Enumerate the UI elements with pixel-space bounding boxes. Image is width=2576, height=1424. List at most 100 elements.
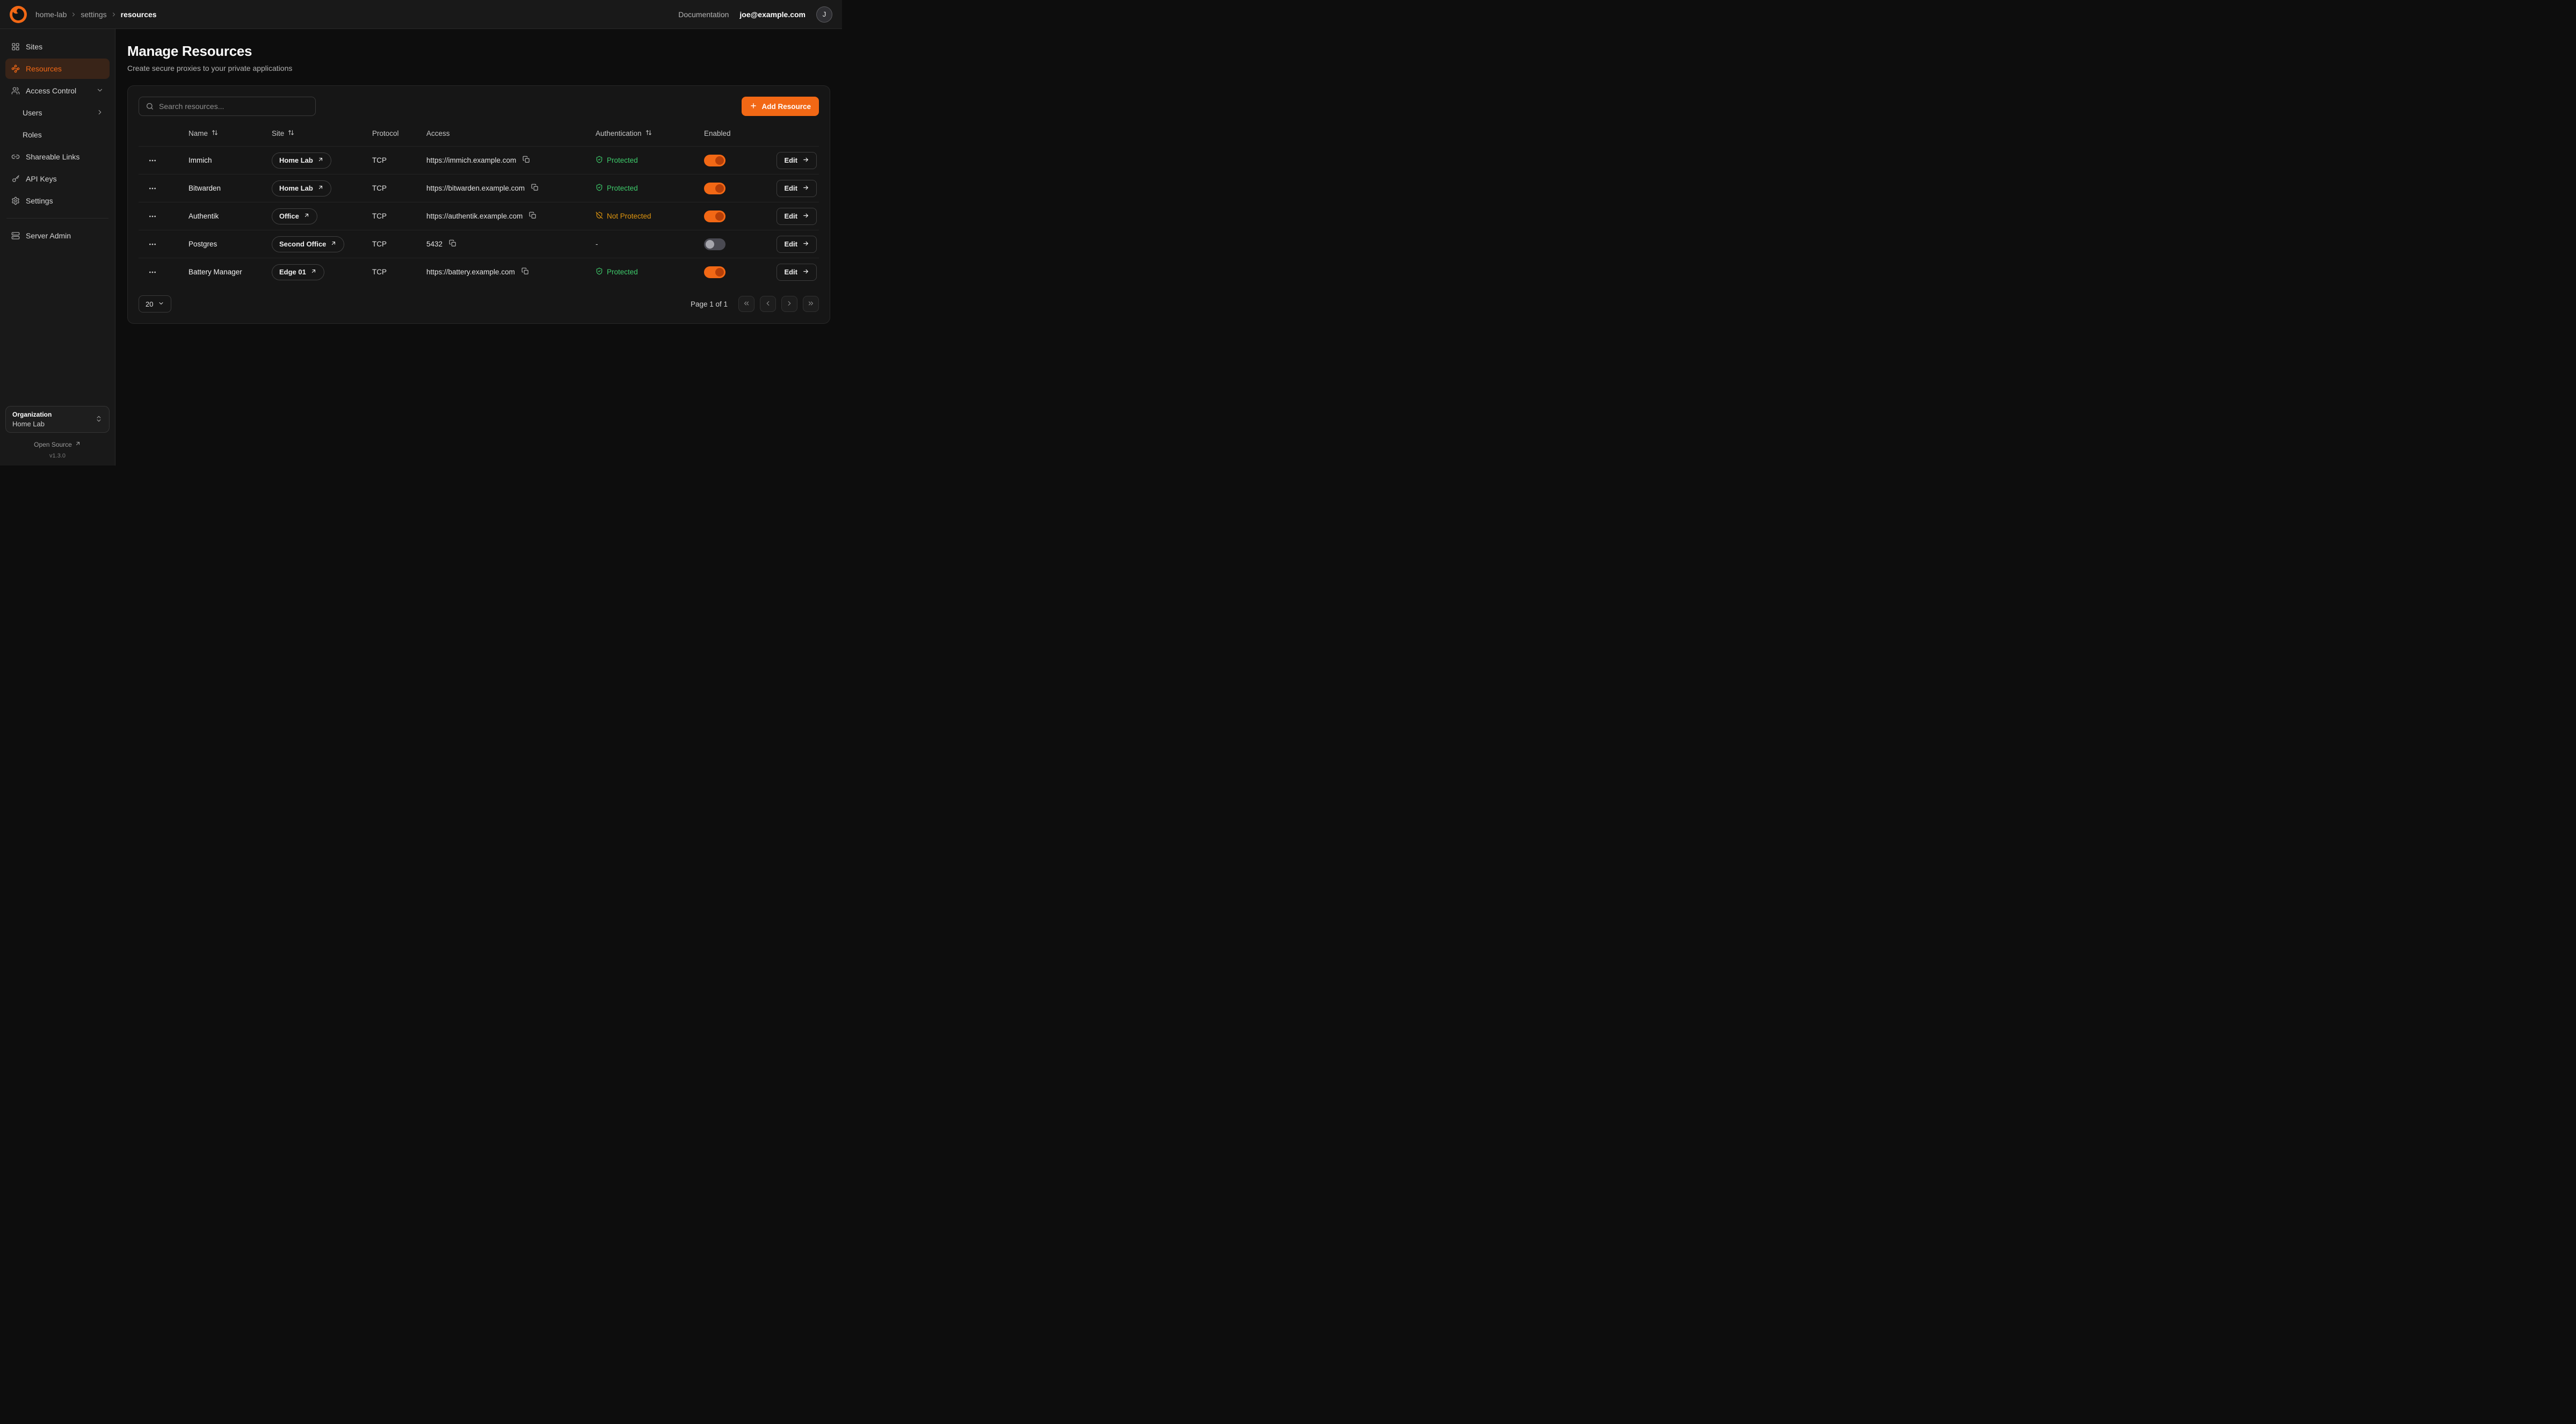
sidebar-item-api-keys[interactable]: API Keys	[5, 169, 110, 189]
copy-button[interactable]	[530, 183, 540, 194]
enabled-toggle[interactable]	[704, 183, 725, 194]
edit-label: Edit	[784, 240, 797, 248]
add-resource-button[interactable]: Add Resource	[742, 97, 819, 116]
table-footer: 20 Page 1 of 1	[139, 295, 819, 313]
authentication-label: Protected	[607, 156, 638, 164]
edit-button[interactable]: Edit	[777, 236, 817, 253]
header-enabled: Enabled	[704, 129, 768, 137]
copy-button[interactable]	[521, 155, 531, 166]
edit-button[interactable]: Edit	[777, 152, 817, 169]
app: home-lab settings resources Documentatio…	[0, 0, 842, 466]
sidebar-item-label: Access Control	[26, 86, 76, 95]
header-site[interactable]: Site	[272, 129, 372, 137]
resource-name: Bitwarden	[188, 184, 272, 192]
ellipsis-icon	[148, 184, 157, 193]
access-cell: 5432	[426, 238, 596, 250]
sidebar-item-server-admin[interactable]: Server Admin	[5, 226, 110, 246]
copy-icon	[531, 184, 539, 193]
external-link-icon	[303, 212, 310, 220]
row-menu-cell	[139, 181, 188, 195]
breadcrumb-resources[interactable]: resources	[121, 10, 157, 19]
site-cell: Edge 01	[272, 264, 372, 280]
documentation-link[interactable]: Documentation	[678, 10, 729, 19]
row-menu-button[interactable]	[145, 237, 160, 251]
shield-check-icon	[596, 184, 603, 193]
sidebar-item-resources[interactable]: Resources	[5, 59, 110, 79]
copy-icon	[449, 239, 456, 249]
sidebar-item-roles[interactable]: Roles	[5, 125, 110, 145]
row-menu-button[interactable]	[145, 154, 160, 168]
access-url: https://bitwarden.example.com	[426, 184, 525, 192]
copy-button[interactable]	[520, 266, 530, 278]
enabled-toggle[interactable]	[704, 155, 725, 166]
copy-button[interactable]	[528, 210, 538, 222]
enabled-toggle[interactable]	[704, 238, 725, 250]
shield-off-icon	[596, 212, 603, 221]
site-link-button[interactable]: Home Lab	[272, 180, 331, 197]
arrow-right-icon	[802, 156, 809, 165]
header-authentication[interactable]: Authentication	[596, 129, 704, 137]
edit-button[interactable]: Edit	[777, 264, 817, 281]
organization-selector[interactable]: Organization Home Lab	[5, 406, 110, 433]
sidebar-item-label: Roles	[23, 130, 42, 139]
site-link-button[interactable]: Office	[272, 208, 317, 224]
edit-label: Edit	[784, 268, 797, 276]
gear-icon	[11, 197, 20, 205]
authentication-status: Not Protected	[596, 212, 704, 221]
pangolin-logo-icon[interactable]	[10, 6, 27, 23]
next-page-button[interactable]	[781, 296, 797, 312]
first-page-button[interactable]	[738, 296, 754, 312]
sidebar-item-settings[interactable]: Settings	[5, 191, 110, 211]
sort-icon	[288, 129, 294, 137]
user-email[interactable]: joe@example.com	[739, 10, 806, 19]
breadcrumb-settings[interactable]: settings	[81, 10, 106, 19]
version-label: v1.3.0	[49, 453, 66, 459]
site-cell: Second Office	[272, 236, 372, 252]
row-menu-button[interactable]	[145, 209, 160, 223]
sidebar-item-label: Settings	[26, 197, 53, 205]
plus-icon	[750, 102, 757, 111]
authentication-label: -	[596, 240, 598, 248]
access-cell: https://battery.example.com	[426, 266, 596, 278]
header-name[interactable]: Name	[188, 129, 272, 137]
sort-icon	[645, 129, 652, 137]
sidebar-item-users[interactable]: Users	[5, 103, 110, 123]
toggle-knob	[706, 240, 714, 249]
arrow-right-icon	[802, 212, 809, 221]
edit-cell: Edit	[777, 264, 819, 281]
previous-page-button[interactable]	[760, 296, 776, 312]
copy-button[interactable]	[448, 238, 458, 250]
site-link-button[interactable]: Edge 01	[272, 264, 324, 280]
toggle-knob	[715, 184, 724, 193]
last-page-button[interactable]	[803, 296, 819, 312]
row-menu-button[interactable]	[145, 265, 160, 279]
sidebar-item-sites[interactable]: Sites	[5, 37, 110, 57]
edit-button[interactable]: Edit	[777, 180, 817, 197]
open-source-link[interactable]: Open Source	[34, 440, 81, 448]
row-menu-button[interactable]	[145, 181, 160, 195]
site-link-button[interactable]: Home Lab	[272, 152, 331, 169]
site-name: Home Lab	[279, 156, 313, 164]
protocol: TCP	[372, 268, 426, 276]
enabled-toggle[interactable]	[704, 210, 725, 222]
site-link-button[interactable]: Second Office	[272, 236, 344, 252]
ellipsis-icon	[148, 156, 157, 165]
sort-icon	[212, 129, 218, 137]
search-input[interactable]	[159, 102, 309, 111]
breadcrumb-home-lab[interactable]: home-lab	[35, 10, 67, 19]
page-subtitle: Create secure proxies to your private ap…	[127, 64, 830, 72]
authentication-label: Protected	[607, 268, 638, 276]
page-size-select[interactable]: 20	[139, 295, 171, 313]
external-link-icon	[75, 440, 81, 448]
edit-button[interactable]: Edit	[777, 208, 817, 225]
edit-label: Edit	[784, 156, 797, 164]
sidebar-item-access-control[interactable]: Access Control	[5, 81, 110, 101]
site-cell: Home Lab	[272, 152, 372, 169]
avatar[interactable]: J	[816, 6, 832, 23]
topbar-right: Documentation joe@example.com J	[678, 6, 832, 23]
resources-card: Add Resource Name Site Protocol Acc	[127, 85, 830, 324]
shield-check-icon	[596, 267, 603, 277]
sidebar-item-shareable-links[interactable]: Shareable Links	[5, 147, 110, 167]
enabled-toggle[interactable]	[704, 266, 725, 278]
site-name: Home Lab	[279, 184, 313, 192]
